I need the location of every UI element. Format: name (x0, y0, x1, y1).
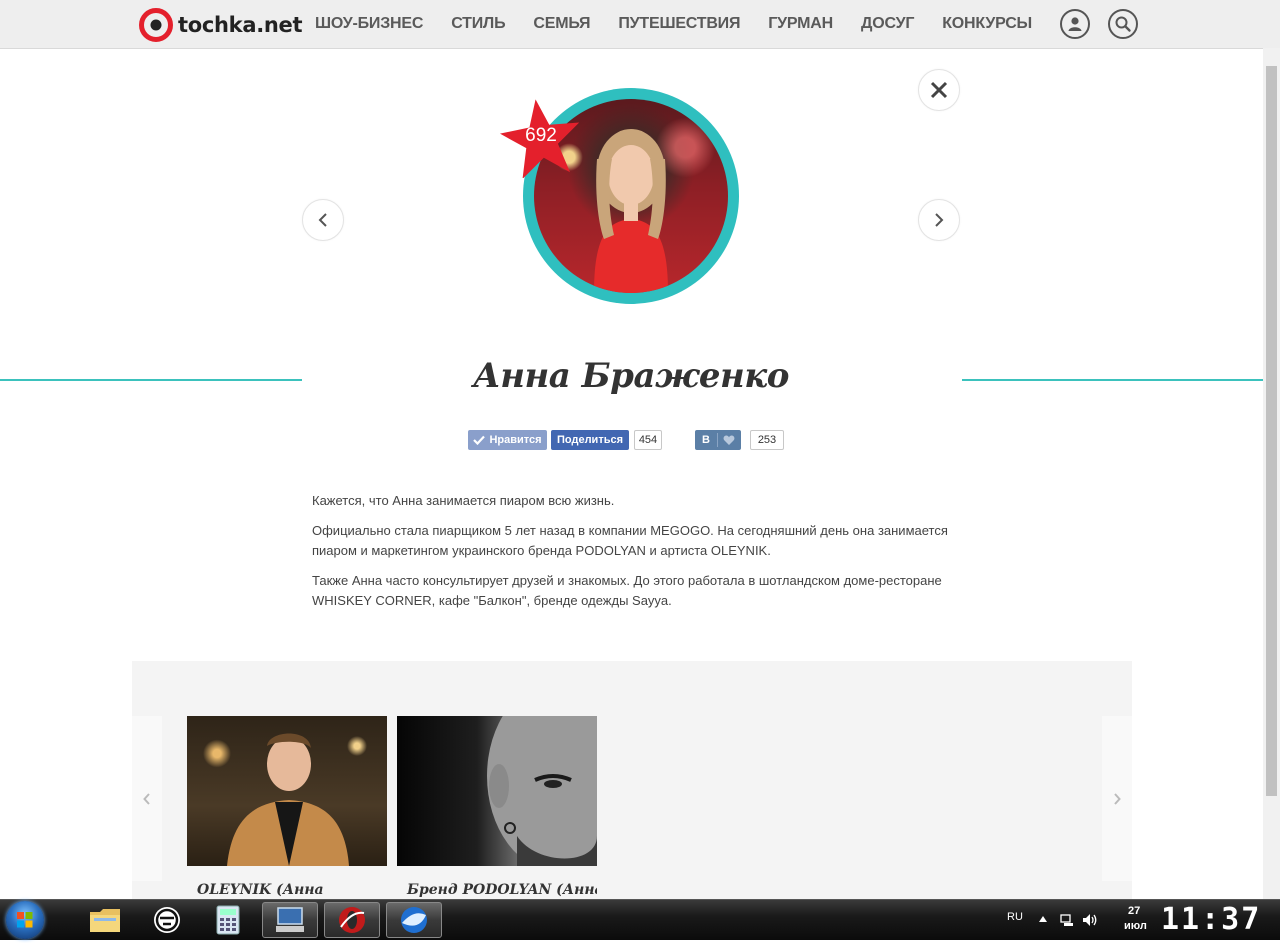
volume-icon[interactable] (1082, 913, 1098, 927)
related-card-illustration-1 (227, 733, 349, 866)
nav-item-travel[interactable]: ПУТЕШЕСТВИЯ (618, 15, 740, 33)
taskbar-app-circle[interactable] (139, 902, 195, 938)
heart-icon (723, 435, 735, 445)
app-circle-icon (154, 907, 180, 933)
taskbar-file-explorer[interactable] (77, 902, 133, 938)
profile-bio: Кажется, что Анна занимается пиаром всю … (312, 491, 952, 621)
prev-profile-button[interactable] (302, 199, 344, 241)
search-icon (1115, 16, 1131, 32)
windows-logo-icon (17, 912, 33, 928)
site-logo[interactable]: tochka.net (139, 8, 303, 42)
red-browser-icon (339, 907, 365, 933)
divider-right (962, 379, 1263, 381)
os-taskbar: RU 27 июл 11:37 (0, 899, 1280, 940)
system-clock[interactable]: 11:37 (1161, 902, 1261, 937)
folder-icon (90, 909, 120, 932)
top-navigation-bar: tochka.net ШОУ-БИЗНЕС СТИЛЬ СЕМЬЯ ПУТЕШЕ… (0, 0, 1280, 49)
facebook-like-label: Нравится (489, 434, 542, 446)
related-card-image (397, 716, 597, 866)
user-icon (1068, 17, 1082, 31)
taskbar-opera[interactable] (324, 902, 380, 938)
carousel-prev-button[interactable] (132, 716, 162, 881)
close-button[interactable] (918, 69, 960, 111)
search-button[interactable] (1108, 9, 1138, 39)
scrollbar-thumb[interactable] (1266, 66, 1277, 796)
facebook-share-label: Поделиться (556, 434, 624, 446)
next-profile-button[interactable] (918, 199, 960, 241)
taskbar-browser-blue[interactable] (386, 902, 442, 938)
taskbar-remote-desktop[interactable] (262, 902, 318, 938)
logo-target-icon (139, 8, 173, 42)
taskbar-calculator[interactable] (200, 902, 256, 938)
nav-item-contests[interactable]: КОНКУРСЫ (942, 15, 1032, 33)
vk-count: 253 (750, 430, 784, 450)
nav-item-family[interactable]: СЕМЬЯ (533, 15, 590, 33)
chevron-left-icon (318, 213, 327, 227)
page-scrollbar[interactable] (1263, 48, 1280, 899)
nav-item-style[interactable]: СТИЛЬ (451, 15, 505, 33)
vk-logo: В (702, 434, 710, 446)
monitor-keyboard-icon (276, 907, 304, 932)
chevron-right-icon (1114, 792, 1121, 805)
related-card-title: Бренд PODOLYAN (Анна (407, 882, 597, 898)
user-account-button[interactable] (1060, 9, 1090, 39)
language-indicator[interactable]: RU (1007, 911, 1023, 923)
chevron-left-icon (143, 792, 150, 805)
start-button[interactable] (6, 901, 44, 939)
rank-number: 692 (525, 125, 557, 146)
checkmark-icon (473, 435, 486, 445)
related-card[interactable]: Бренд PODOLYAN (Анна (397, 716, 597, 898)
main-nav: ШОУ-БИЗНЕС СТИЛЬ СЕМЬЯ ПУТЕШЕСТВИЯ ГУРМА… (301, 0, 1046, 48)
bio-paragraph-3: Также Анна часто консультирует друзей и … (312, 573, 942, 608)
facebook-like-button[interactable]: Нравится (468, 430, 547, 450)
nav-item-gourmet[interactable]: ГУРМАН (768, 15, 833, 33)
close-icon (930, 81, 948, 99)
profile-name: Анна Браженко (473, 356, 790, 396)
date-day: 27 (1128, 905, 1141, 917)
facebook-count: 454 (634, 430, 662, 450)
nav-item-show-business[interactable]: ШОУ-БИЗНЕС (315, 15, 423, 33)
carousel-next-button[interactable] (1102, 716, 1132, 881)
chevron-right-icon (935, 213, 944, 227)
bio-paragraph-2: Официально стала пиарщиком 5 лет назад в… (312, 523, 948, 558)
date-month: июл (1124, 920, 1147, 932)
logo-text: tochka.net (178, 13, 303, 37)
facebook-share-button[interactable]: Поделиться (551, 430, 629, 450)
vk-like-button[interactable]: В (695, 430, 741, 450)
nav-item-leisure[interactable]: ДОСУГ (861, 15, 914, 33)
related-card-title: OLEYNIK (Анна (197, 882, 324, 898)
related-card[interactable]: OLEYNIK (Анна (187, 716, 387, 898)
calculator-icon (216, 905, 240, 935)
blue-globe-icon (401, 907, 427, 933)
network-icon[interactable] (1060, 913, 1074, 927)
related-carousel: OLEYNIK (Анна Бренд PODOLYAN (Анна (132, 661, 1132, 899)
tray-expand-icon[interactable] (1039, 916, 1047, 922)
bio-paragraph-1: Кажется, что Анна занимается пиаром всю … (312, 493, 615, 508)
related-card-illustration-2 (487, 716, 597, 866)
divider-left (0, 379, 302, 381)
related-card-image (187, 716, 387, 866)
